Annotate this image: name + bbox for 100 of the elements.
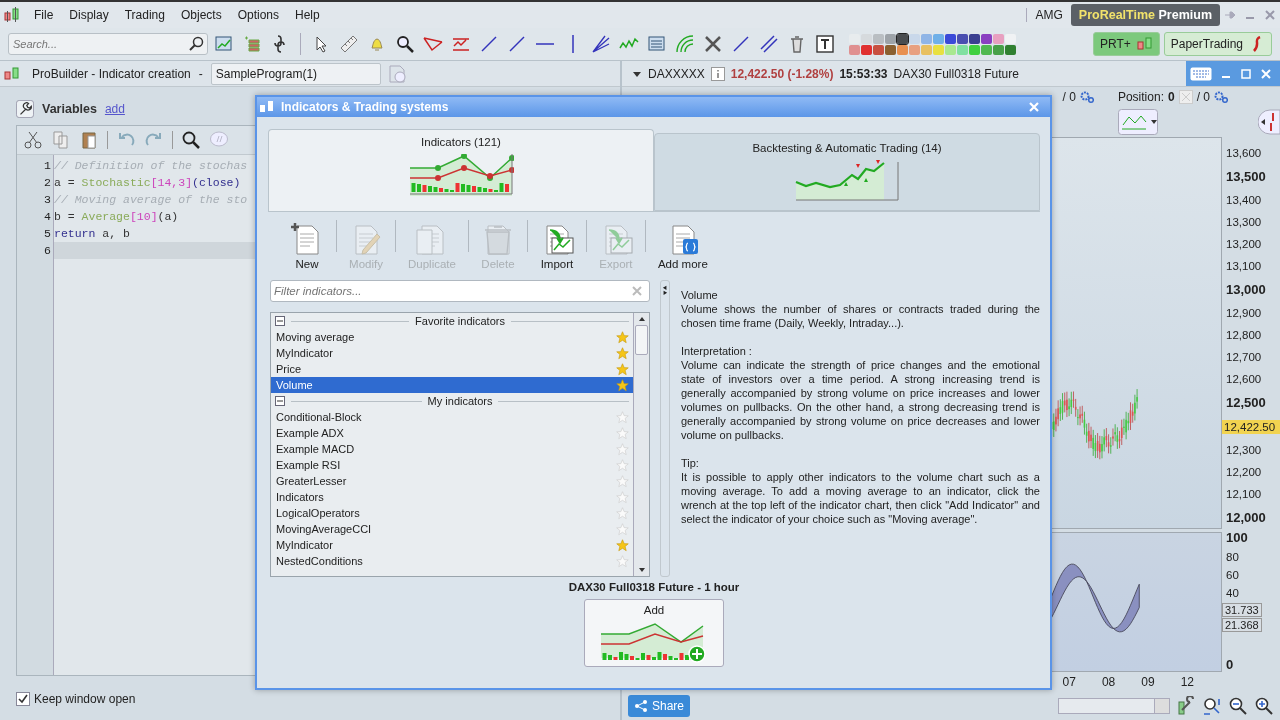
color-swatch[interactable] [993,33,1004,44]
add-link[interactable]: add [104,102,125,116]
list-item[interactable]: MovingAverageCCI [271,521,633,537]
star-icon[interactable] [616,474,629,488]
color-swatch[interactable] [849,44,860,55]
fan-icon[interactable] [591,34,611,54]
star-icon[interactable] [616,346,629,360]
color-swatch[interactable] [957,33,968,44]
collapse-arrows-icon[interactable] [661,285,669,295]
share-button[interactable]: Share [628,695,691,717]
add-button[interactable]: Add [584,599,724,667]
line-icon[interactable] [479,34,499,54]
color-swatch[interactable] [933,44,944,55]
color-swatch[interactable] [981,33,992,44]
color-swatch[interactable] [1005,33,1016,44]
star-icon[interactable] [616,362,629,376]
star-icon[interactable] [616,522,629,536]
chart-window-icon[interactable] [214,34,234,54]
star-icon[interactable] [616,426,629,440]
color-swatch[interactable] [921,33,932,44]
star-icon[interactable] [616,554,629,568]
list-item[interactable]: Example ADX [271,425,633,441]
zoom-out-icon[interactable] [1228,696,1248,716]
search-icon[interactable] [395,34,415,54]
scrollbar-thumb[interactable] [635,325,648,355]
line-icon[interactable] [731,34,751,54]
wrench-icon[interactable] [16,100,34,118]
trade-arrows-icon[interactable] [1258,109,1280,135]
import-button[interactable]: Import [535,222,578,270]
text-icon[interactable] [815,34,835,54]
color-swatch[interactable] [969,33,980,44]
color-swatch[interactable] [897,33,908,44]
search-field[interactable]: Search... [8,33,208,55]
program-name-field[interactable]: SampleProgram(1) [210,62,381,85]
ruler-icon[interactable] [339,34,359,54]
star-icon[interactable] [616,490,629,504]
comment-icon[interactable] [209,130,229,150]
color-swatch[interactable] [957,44,968,55]
gears-icon[interactable] [1079,90,1094,104]
zoom-fit-icon[interactable] [1202,696,1222,716]
collapse-icon[interactable] [275,316,285,326]
clear-icon[interactable] [632,286,642,296]
help-document-icon[interactable] [386,63,407,84]
menu-item[interactable]: Display [61,8,117,22]
color-swatch[interactable] [945,44,956,55]
close-position-icon[interactable] [1178,90,1193,104]
color-swatch[interactable] [885,44,896,55]
zoom-in-icon[interactable] [1254,696,1274,716]
more-button[interactable]: Add more [653,222,712,270]
color-swatch[interactable] [873,44,884,55]
color-swatch[interactable] [933,33,944,44]
star-icon[interactable] [616,330,629,344]
color-swatch[interactable] [885,33,896,44]
cut-icon[interactable] [23,130,43,150]
search-icon[interactable] [189,36,205,52]
menu-item[interactable]: File [26,8,62,22]
list-item[interactable]: LogicalOperators [271,505,633,521]
close-icon[interactable] [1264,9,1276,21]
parallel-lines-icon[interactable] [759,34,779,54]
wrench-chart-icon[interactable] [1176,696,1196,716]
list-item[interactable]: MyIndicator [271,537,633,553]
paste-icon[interactable] [79,130,99,150]
keyboard-icon[interactable] [1190,66,1212,81]
menu-item[interactable]: Trading [116,8,173,22]
list-item[interactable]: NestedConditions [271,553,633,569]
tab[interactable]: Indicators (121) [268,129,654,211]
list-item[interactable]: Moving average [271,329,633,345]
star-icon[interactable] [616,538,629,552]
add-list-icon[interactable] [242,34,262,54]
star-icon[interactable] [616,458,629,472]
maximize-icon[interactable] [1240,67,1252,80]
list-item[interactable]: Indicators [271,489,633,505]
color-swatch[interactable] [909,44,920,55]
menu-item[interactable]: Options [229,8,287,22]
list-item[interactable]: Example RSI [271,457,633,473]
list-item[interactable]: MyIndicator [271,345,633,361]
list-item[interactable]: Example MACD [271,441,633,457]
color-swatch[interactable] [981,44,992,55]
search-icon[interactable] [181,130,201,150]
table-icon[interactable] [647,34,667,54]
star-icon[interactable] [616,378,629,392]
prt-button[interactable]: PRT+ [1092,32,1160,56]
list-item[interactable]: Conditional-Block [271,409,633,425]
list-item[interactable]: GreaterLesser [271,473,633,489]
keep-window-open-checkbox[interactable]: Keep window open [16,692,610,706]
star-icon[interactable] [616,506,629,520]
color-swatch[interactable] [849,33,860,44]
color-swatch[interactable] [909,33,920,44]
copy-icon[interactable] [51,130,71,150]
color-swatch[interactable] [873,33,884,44]
color-swatch[interactable] [897,44,908,55]
color-swatch[interactable] [1005,44,1016,55]
triangle-icon[interactable] [423,34,443,54]
tab[interactable]: Backtesting & Automatic Trading (14) [654,133,1040,211]
pin-icon[interactable] [1224,9,1236,21]
list-item[interactable]: Volume [271,377,633,393]
horizontal-scrollbar[interactable] [1058,698,1170,714]
color-swatch[interactable] [945,33,956,44]
vertical-scrollbar[interactable] [633,313,649,576]
color-swatch[interactable] [921,44,932,55]
